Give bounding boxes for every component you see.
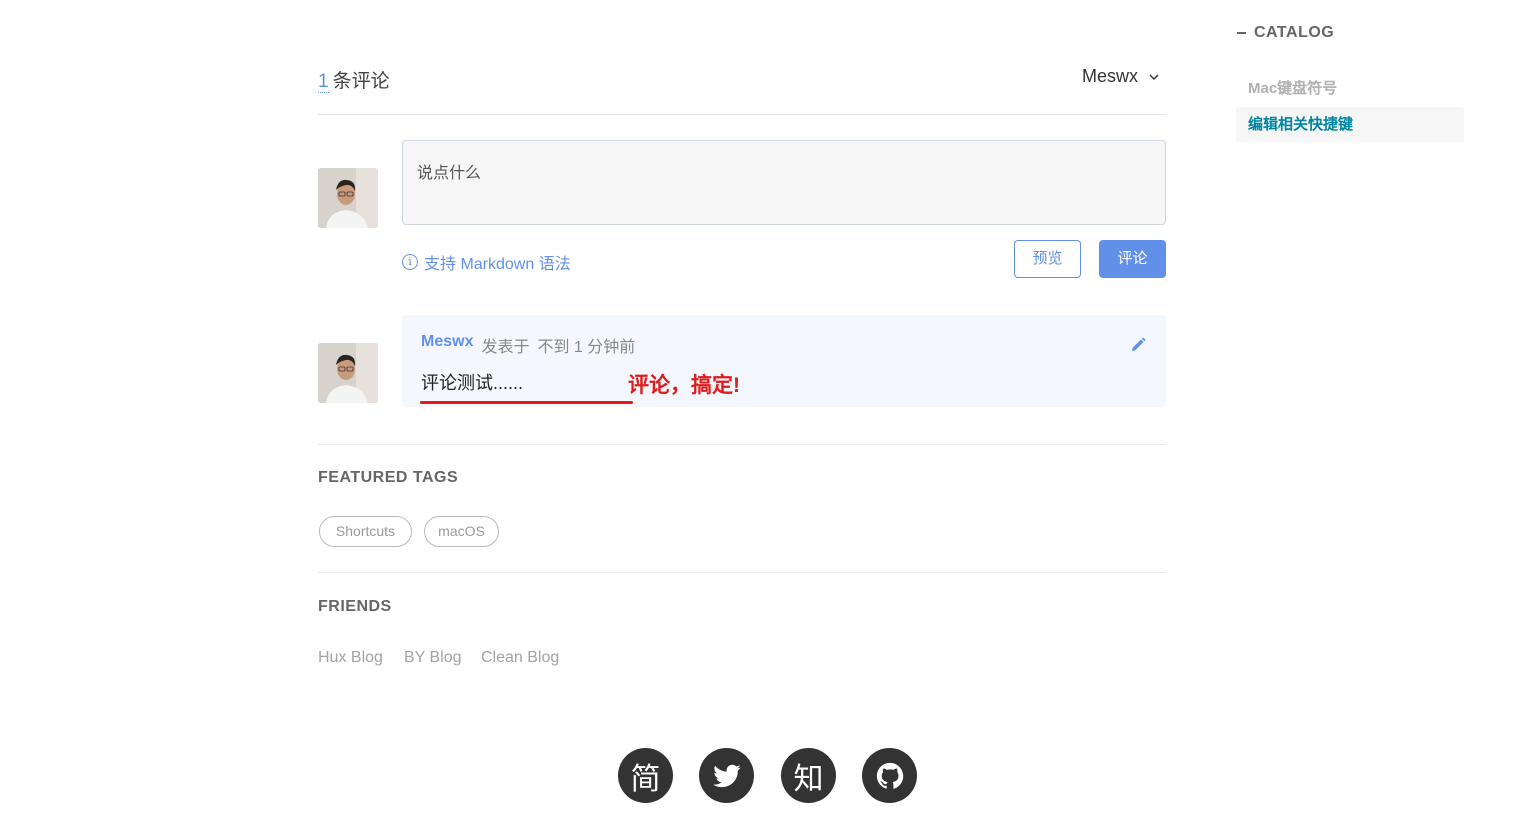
- user-menu-name: Meswx: [1081, 66, 1138, 86]
- tag-shortcuts[interactable]: Shortcuts: [319, 516, 412, 547]
- catalog-title[interactable]: CATALOG: [1237, 24, 1334, 42]
- zhihu-icon: 知: [793, 761, 824, 797]
- zhihu-link[interactable]: 知: [781, 748, 836, 803]
- comment-meta: Meswx 发表于 不到 1 分钟前: [421, 333, 635, 357]
- divider: [318, 444, 1166, 445]
- comment-time: 不到 1 分钟前: [537, 339, 636, 356]
- jianshu-icon: 简: [630, 761, 661, 797]
- friend-link-by-blog[interactable]: BY Blog: [404, 649, 462, 667]
- annotation-underline: [420, 401, 633, 404]
- pencil-icon[interactable]: [1130, 337, 1146, 353]
- friends-title: FRIENDS: [318, 598, 392, 615]
- comment-body: 评论测试......: [421, 373, 524, 393]
- twitter-link[interactable]: [699, 748, 754, 803]
- markdown-tip-text: 支持 Markdown 语法: [424, 256, 571, 273]
- comment-count-label: 条评论: [332, 71, 390, 92]
- preview-button[interactable]: 预览: [1014, 240, 1081, 278]
- catalog-title-text: CATALOG: [1254, 24, 1335, 41]
- divider: [318, 572, 1166, 573]
- github-link[interactable]: [862, 748, 917, 803]
- comment-author-link[interactable]: Meswx: [421, 333, 473, 357]
- catalog-item-mac-keyboard-symbols[interactable]: Mac键盘符号: [1236, 71, 1464, 106]
- user-menu[interactable]: Meswx: [1082, 66, 1160, 87]
- submit-comment-button[interactable]: 评论: [1099, 240, 1166, 278]
- friend-link-hux-blog[interactable]: Hux Blog: [318, 649, 383, 667]
- comment-count-number: 1: [318, 71, 329, 93]
- comment-author-avatar: [318, 343, 378, 403]
- info-icon: i: [402, 254, 418, 270]
- tag-macos[interactable]: macOS: [424, 516, 499, 547]
- catalog-item-editing-shortcuts[interactable]: 编辑相关快捷键: [1236, 107, 1464, 142]
- github-icon: [876, 762, 903, 789]
- comments-header: 1 条评论 Meswx: [318, 62, 1166, 115]
- current-user-avatar: [318, 168, 378, 228]
- annotation-text: 评论，搞定!: [628, 374, 740, 397]
- markdown-tip-link[interactable]: i 支持 Markdown 语法: [402, 250, 571, 274]
- jianshu-link[interactable]: 简: [618, 748, 673, 803]
- featured-tags-title: FEATURED TAGS: [318, 469, 459, 486]
- comment-posted-label: 发表于: [481, 339, 530, 356]
- twitter-icon: [712, 764, 741, 787]
- comment-input[interactable]: [402, 140, 1166, 225]
- comment-item: Meswx 发表于 不到 1 分钟前 评论测试......: [402, 315, 1166, 407]
- friend-link-clean-blog[interactable]: Clean Blog: [481, 649, 559, 667]
- comment-count: 1 条评论: [318, 66, 390, 93]
- collapse-icon: [1237, 32, 1246, 34]
- chevron-down-icon: [1149, 73, 1159, 80]
